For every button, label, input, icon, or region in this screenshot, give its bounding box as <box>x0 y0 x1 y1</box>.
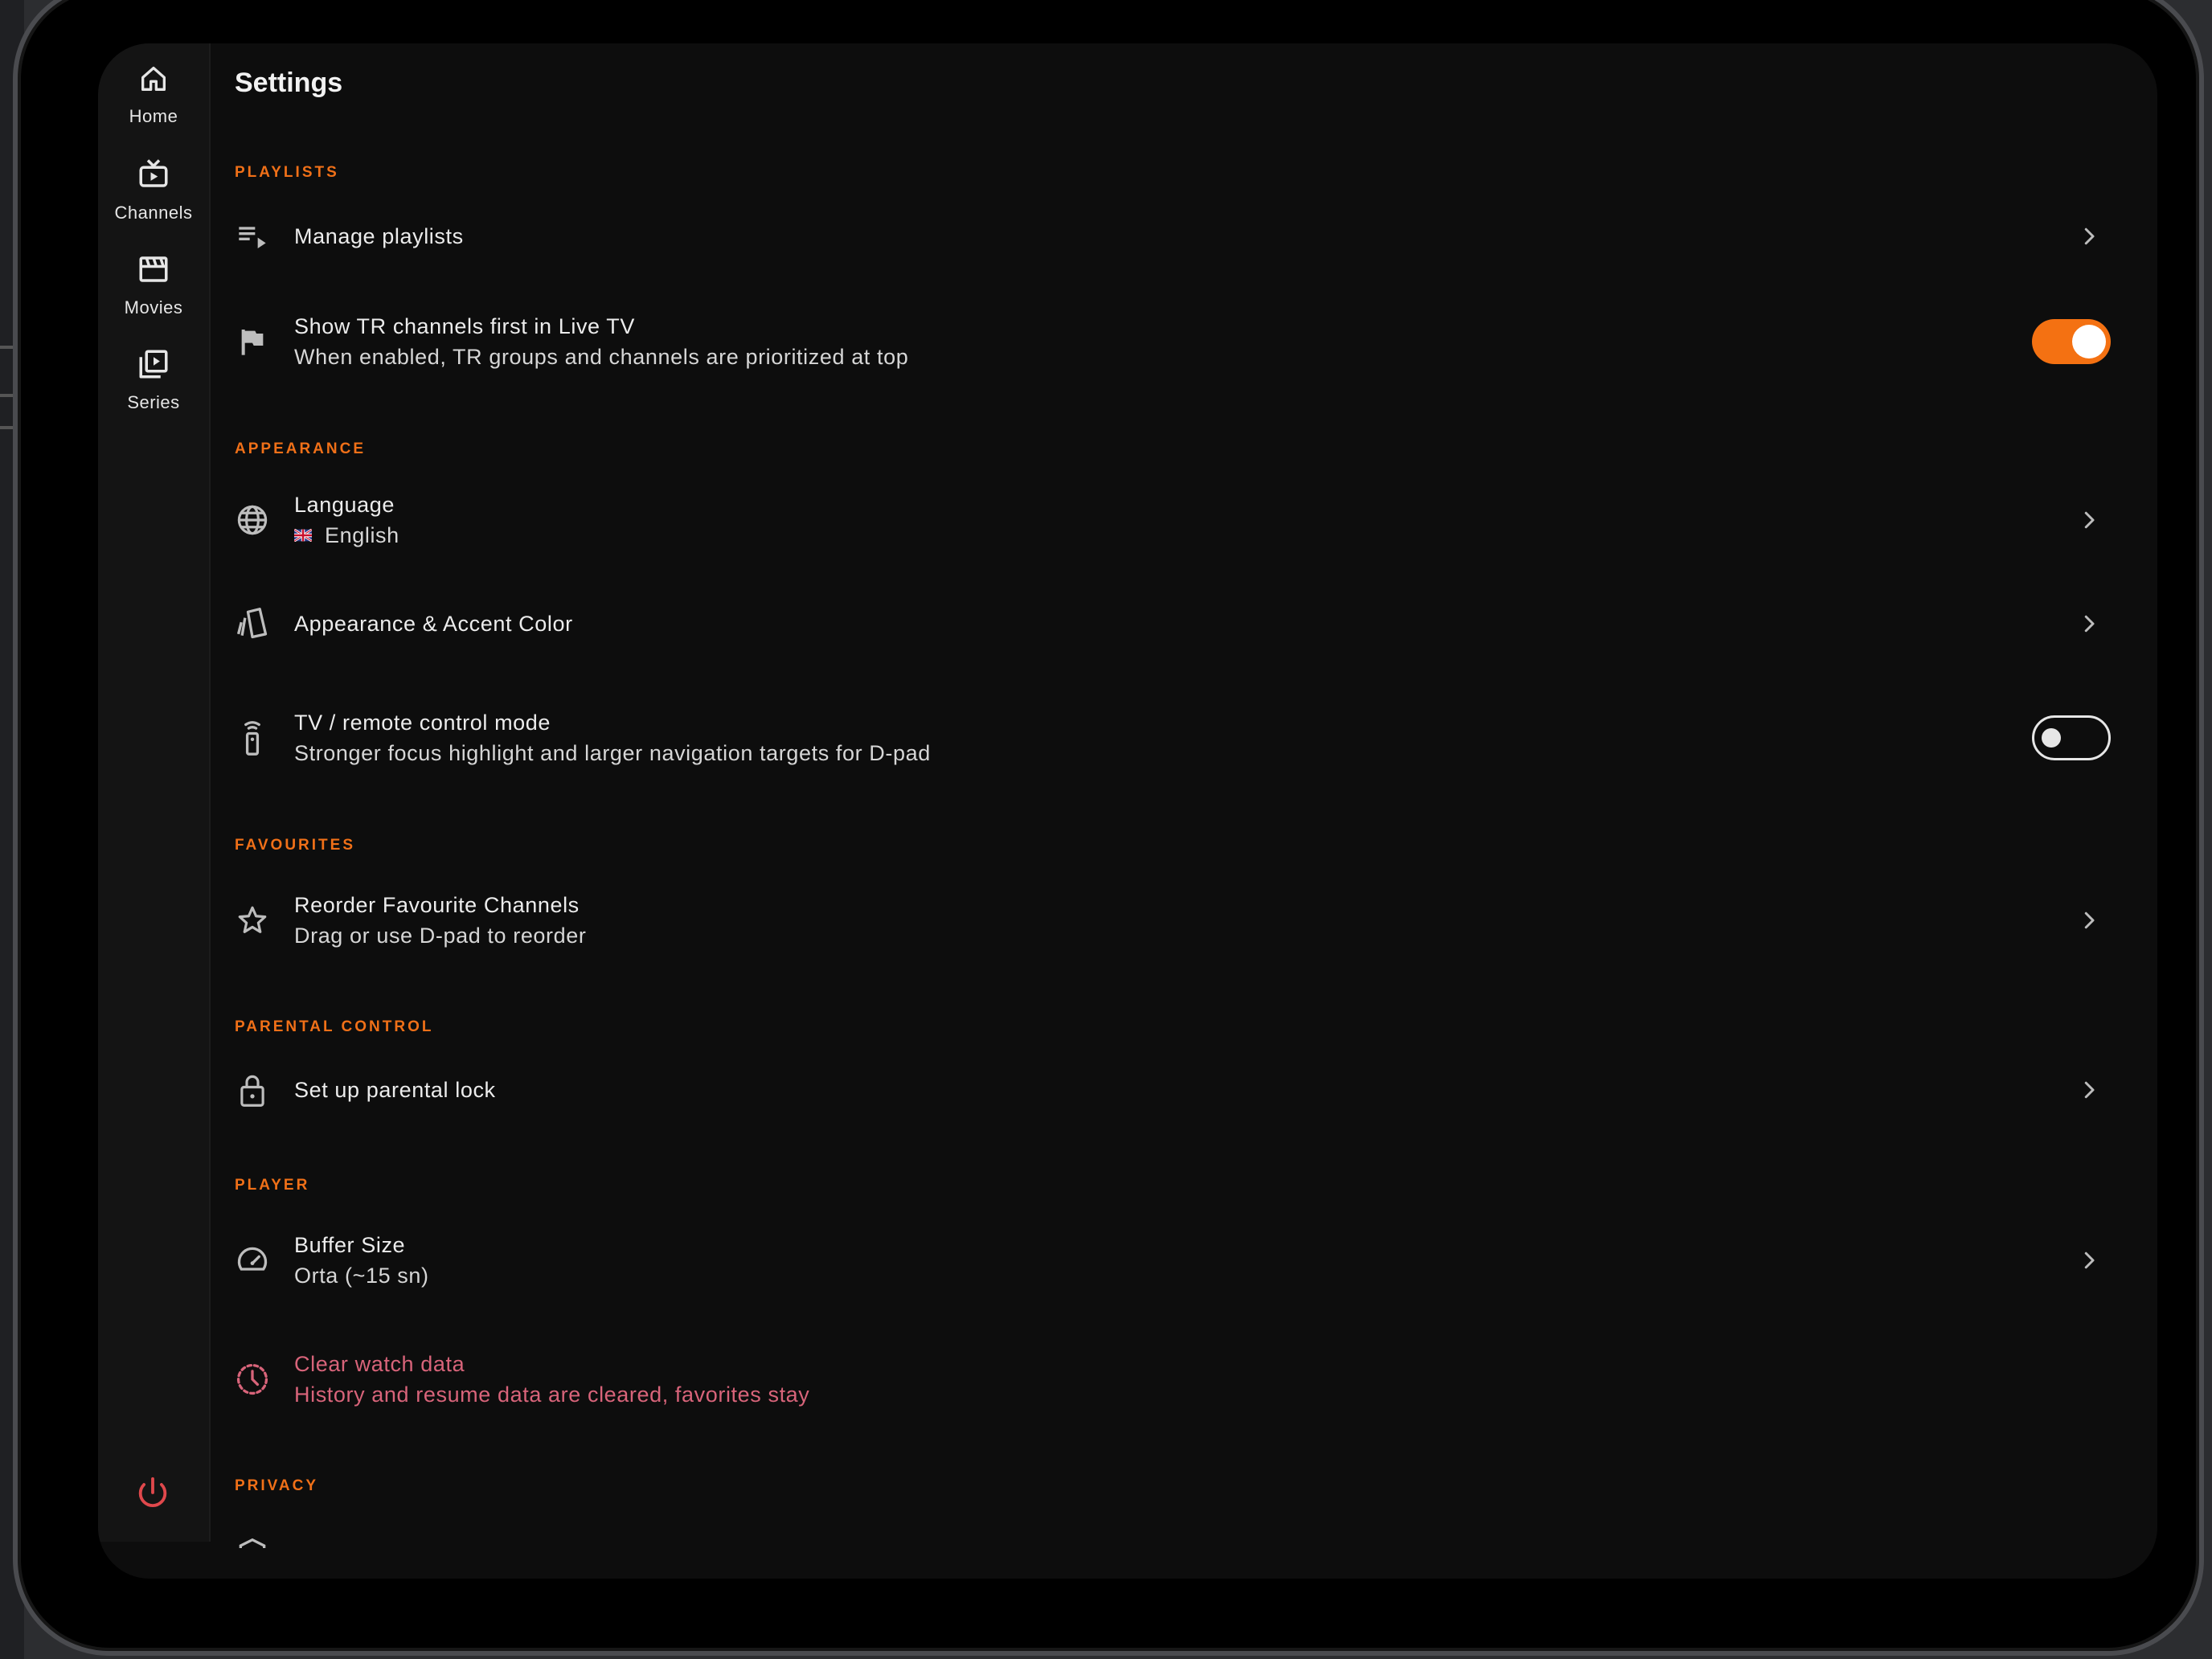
desktop-mark <box>0 394 13 397</box>
section-playlists-label: PLAYLISTS <box>235 164 339 181</box>
chevron-right-icon <box>2084 511 2095 529</box>
nav-label: Series <box>127 392 180 412</box>
flag-icon <box>235 324 270 359</box>
chevron-right-icon <box>2084 911 2095 929</box>
nav-item-channels[interactable]: Channels <box>98 158 209 223</box>
chevron-right-icon <box>2084 1251 2095 1269</box>
section-player-label: PLAYER <box>235 1177 310 1194</box>
language-value-text: English <box>325 523 399 547</box>
clapperboard-icon <box>139 256 168 282</box>
desktop-mark <box>0 426 13 429</box>
nav-item-home[interactable]: Home <box>98 63 209 127</box>
row-title: TV / remote control mode <box>294 711 551 735</box>
toggle-knob <box>2042 728 2061 748</box>
tr-channels-first-toggle[interactable] <box>2032 319 2111 364</box>
row-title: Clear watch data <box>294 1352 465 1376</box>
toggle-knob <box>2072 325 2106 358</box>
nav-label: Channels <box>114 203 193 223</box>
section-appearance-label: APPEARANCE <box>235 440 367 457</box>
lock-icon <box>235 1072 270 1108</box>
manage-playlists-row[interactable]: Manage playlists <box>235 196 2101 276</box>
row-subtitle: Orta (~15 sn) <box>294 1264 429 1288</box>
nav-rail: Home Channels Movies Series <box>98 43 211 1542</box>
uk-flag-icon <box>294 528 312 542</box>
row-title: Language <box>294 493 395 517</box>
reorder-favourites-row[interactable]: Reorder Favourite Channels Drag or use D… <box>235 880 2101 961</box>
nav-label: Movies <box>124 297 183 317</box>
power-icon <box>138 1477 167 1507</box>
row-subtitle: Drag or use D-pad to reorder <box>294 924 587 948</box>
remote-icon <box>235 720 270 756</box>
tablet-frame: Home Channels Movies Series Settings PLA… <box>13 0 2204 1656</box>
settings-content: Settings PLAYLISTS Manage playlists Show… <box>235 43 2157 1579</box>
row-title: Manage playlists <box>294 224 464 248</box>
row-title: Buffer Size <box>294 1233 406 1257</box>
section-parental-label: PARENTAL CONTROL <box>235 1018 434 1035</box>
tr-channels-first-row[interactable]: Show TR channels first in Live TV When e… <box>235 301 2111 382</box>
row-title: Show TR channels first in Live TV <box>294 314 635 338</box>
palette-swatch-icon <box>235 606 270 641</box>
globe-icon <box>235 502 270 538</box>
chevron-right-icon <box>2084 227 2095 245</box>
tv-icon <box>139 159 168 187</box>
row-title: Set up parental lock <box>294 1078 496 1102</box>
language-value: English <box>294 520 399 551</box>
row-subtitle: History and resume data are cleared, fav… <box>294 1382 810 1407</box>
row-subtitle: When enabled, TR groups and channels are… <box>294 345 909 369</box>
row-title: Appearance & Accent Color <box>294 612 573 636</box>
desktop-mark <box>0 346 13 349</box>
section-privacy-label: PRIVACY <box>235 1477 319 1494</box>
app-screen: Home Channels Movies Series Settings PLA… <box>98 43 2157 1579</box>
video-library-icon <box>139 350 168 379</box>
row-subtitle: Stronger focus highlight and larger navi… <box>294 741 931 765</box>
page-title: Settings <box>235 68 343 98</box>
language-row[interactable]: Language English <box>235 480 2101 560</box>
chevron-right-icon <box>2084 615 2095 633</box>
star-icon <box>235 903 270 938</box>
buffer-size-row[interactable]: Buffer Size Orta (~15 sn) <box>235 1220 2101 1301</box>
power-button[interactable] <box>134 1474 171 1515</box>
privacy-shield-icon-partial <box>235 1537 270 1548</box>
home-icon <box>141 67 166 92</box>
speedometer-icon <box>235 1243 270 1278</box>
nav-label: Home <box>129 106 178 126</box>
section-favourites-label: FAVOURITES <box>235 837 355 854</box>
tv-remote-mode-toggle[interactable] <box>2032 715 2111 760</box>
playlist-play-icon <box>235 219 270 254</box>
appearance-accent-row[interactable]: Appearance & Accent Color <box>235 584 2101 664</box>
row-title: Reorder Favourite Channels <box>294 893 580 917</box>
tv-remote-mode-row[interactable]: TV / remote control mode Stronger focus … <box>235 698 2111 778</box>
parental-lock-row[interactable]: Set up parental lock <box>235 1050 2101 1130</box>
nav-item-series[interactable]: Series <box>98 347 209 413</box>
clear-watch-data-row[interactable]: Clear watch data History and resume data… <box>235 1339 2101 1419</box>
history-icon <box>235 1362 270 1397</box>
chevron-right-icon <box>2084 1081 2095 1099</box>
nav-item-movies[interactable]: Movies <box>98 252 209 318</box>
